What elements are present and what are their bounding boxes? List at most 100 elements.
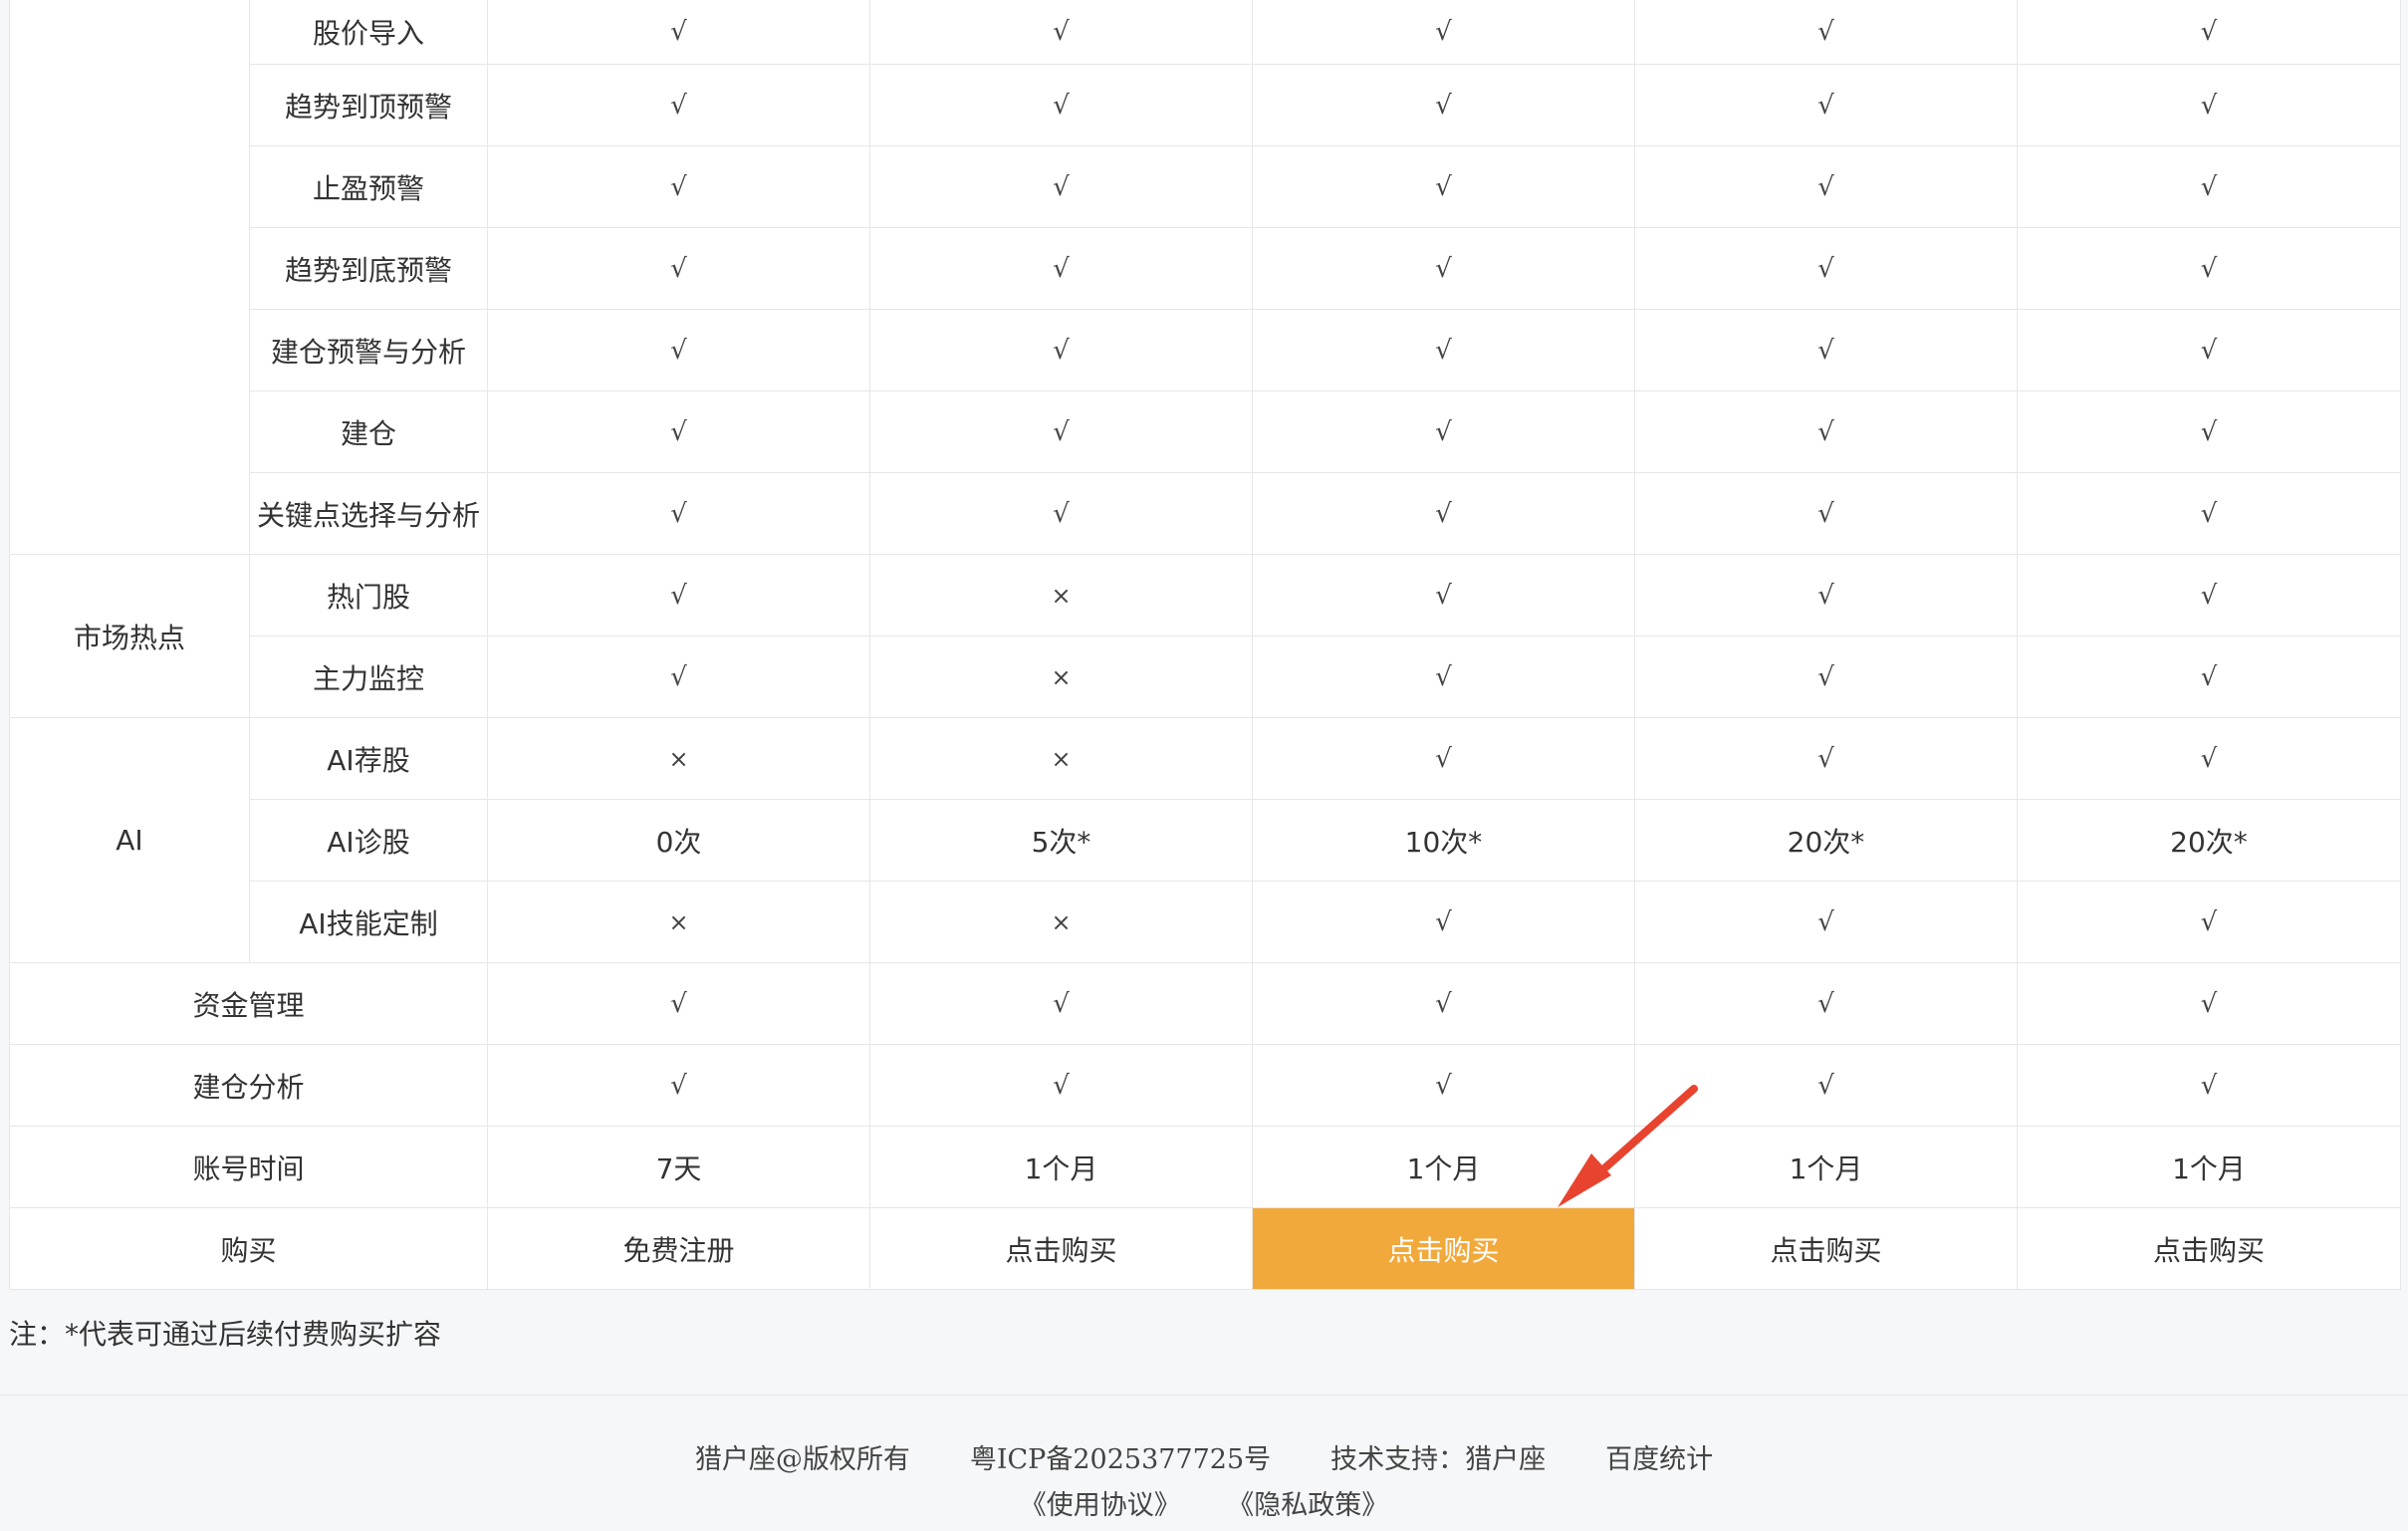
table-row: 账号时间 7天 1个月 1个月 1个月 1个月 (9, 1126, 2401, 1208)
group-label: 市场热点 (9, 554, 250, 718)
feature-label: 账号时间 (9, 1126, 488, 1208)
feature-label: 股价导入 (249, 0, 488, 65)
plan-cell: √ (487, 309, 870, 391)
buy-button[interactable]: 点击购买 (2017, 1207, 2401, 1290)
feature-label: 趋势到底预警 (249, 227, 488, 310)
plan-cell: √ (2017, 227, 2401, 310)
table-row: 建仓预警与分析 √ √ √ √ √ (10, 309, 2401, 391)
plan-cell: √ (1634, 227, 2018, 310)
feature-label: AI荐股 (249, 717, 488, 800)
table-row: 关键点选择与分析 √ √ √ √ √ (10, 472, 2401, 555)
plan-cell: √ (2017, 962, 2401, 1045)
table-row: 趋势到底预警 √ √ √ √ √ (10, 227, 2401, 310)
table-row: 资金管理 √ √ √ √ √ (9, 962, 2401, 1045)
plan-cell: 10次* (1252, 799, 1635, 882)
site-footer: 猎户座@版权所有 粤ICP备2025377725号 技术支持：猎户座 百度统计 《使用… (0, 1395, 2408, 1531)
plan-cell: √ (2017, 309, 2401, 391)
plan-cell: √ (1252, 309, 1635, 391)
feature-label: 主力监控 (249, 636, 488, 718)
table-row: 购买 免费注册 点击购买 点击购买 点击购买 点击购买 (9, 1207, 2401, 1290)
plan-cell: × (869, 717, 1253, 800)
plan-cell: √ (869, 390, 1253, 473)
plan-cell: √ (487, 145, 870, 228)
table-row: 股价导入 √ √ √ √ √ (9, 0, 2401, 555)
plan-cell: √ (1634, 145, 2018, 228)
plan-cell: √ (487, 554, 870, 637)
plan-cell: √ (487, 64, 870, 146)
baidu-stats-link[interactable]: 百度统计 (1605, 1444, 1713, 1475)
plan-cell: √ (1634, 717, 2018, 800)
terms-link[interactable]: 《使用协议》 (1020, 1490, 1181, 1521)
feature-label: 建仓 (249, 390, 488, 473)
feature-label: 建仓分析 (9, 1044, 488, 1127)
plan-cell: √ (1252, 145, 1635, 228)
plan-cell: √ (1252, 1044, 1635, 1127)
plan-cell: × (869, 881, 1253, 963)
plan-cell: 1个月 (2017, 1126, 2401, 1208)
table-row: AI诊股 0次 5次* 10次* 20次* 20次* (10, 799, 2401, 882)
copyright-text: 猎户座@版权所有 (694, 1444, 910, 1475)
feature-label: AI技能定制 (249, 881, 488, 963)
plan-comparison-table: 股价导入 √ √ √ √ √ 趋势到顶预警 √ √ √ √ √ 止盈预警 √ √… (9, 0, 2401, 1290)
table-row: 止盈预警 √ √ √ √ √ (10, 145, 2401, 228)
plan-cell: √ (869, 962, 1253, 1045)
group-cell-blank (9, 0, 250, 555)
buy-button-highlighted[interactable]: 点击购买 (1252, 1207, 1635, 1290)
plan-cell: 1个月 (869, 1126, 1253, 1208)
plan-cell: 5次* (869, 799, 1253, 882)
table-row: 市场热点 热门股 √ × √ √ √ (9, 554, 2401, 718)
plan-cell: √ (1252, 390, 1635, 473)
plan-cell: √ (1252, 962, 1635, 1045)
plan-cell: √ (487, 227, 870, 310)
plan-cell: √ (1634, 636, 2018, 718)
plan-cell: √ (2017, 145, 2401, 228)
footer-info-line: 猎户座@版权所有 粤ICP备2025377725号 技术支持：猎户座 百度统计 (0, 1437, 2408, 1476)
plan-cell: 0次 (487, 799, 870, 882)
plan-cell: √ (2017, 390, 2401, 473)
plan-cell: √ (487, 0, 870, 65)
table-row: 趋势到顶预警 √ √ √ √ √ (10, 64, 2401, 146)
plan-cell: √ (2017, 64, 2401, 146)
plan-cell: √ (1252, 554, 1635, 637)
feature-label: 热门股 (249, 554, 488, 637)
icp-link[interactable]: 粤ICP备2025377725号 (970, 1444, 1271, 1475)
plan-cell: √ (869, 64, 1253, 146)
plan-cell: √ (487, 390, 870, 473)
free-register-button[interactable]: 免费注册 (487, 1207, 870, 1290)
feature-label: 购买 (9, 1207, 488, 1290)
privacy-link[interactable]: 《隐私政策》 (1241, 1490, 1389, 1521)
table-row: 建仓 √ √ √ √ √ (10, 390, 2401, 473)
plan-cell: √ (1634, 0, 2018, 65)
footer-policy-line: 《使用协议》 《隐私政策》 (0, 1483, 2408, 1522)
feature-label: 资金管理 (9, 962, 488, 1045)
plan-cell: √ (869, 145, 1253, 228)
plan-cell: × (487, 881, 870, 963)
plan-cell: √ (1252, 636, 1635, 718)
plan-cell: 1个月 (1634, 1126, 2018, 1208)
buy-button[interactable]: 点击购买 (1634, 1207, 2018, 1290)
table-row: 建仓分析 √ √ √ √ √ (9, 1044, 2401, 1127)
plan-cell: √ (2017, 636, 2401, 718)
plan-cell: √ (2017, 717, 2401, 800)
plan-cell: √ (1634, 881, 2018, 963)
plan-cell: 7天 (487, 1126, 870, 1208)
plan-cell: √ (1252, 472, 1635, 555)
plan-cell: √ (1634, 554, 2018, 637)
buy-button[interactable]: 点击购买 (869, 1207, 1253, 1290)
plan-cell: √ (1634, 390, 2018, 473)
plan-cell: 20次* (2017, 799, 2401, 882)
plan-cell: √ (1252, 717, 1635, 800)
plan-cell: √ (869, 309, 1253, 391)
plan-cell: √ (1634, 472, 2018, 555)
plan-cell: √ (1252, 227, 1635, 310)
plan-cell: × (487, 717, 870, 800)
plan-cell: √ (487, 636, 870, 718)
plan-cell: √ (1634, 64, 2018, 146)
tech-support-text: 技术支持：猎户座 (1330, 1444, 1547, 1475)
plan-cell: √ (2017, 881, 2401, 963)
group-label: AI (9, 717, 250, 963)
table-row: 主力监控 √ × √ √ √ (10, 636, 2401, 718)
plan-cell: 1个月 (1252, 1126, 1635, 1208)
plan-cell: √ (487, 962, 870, 1045)
plan-cell: √ (1634, 1044, 2018, 1127)
